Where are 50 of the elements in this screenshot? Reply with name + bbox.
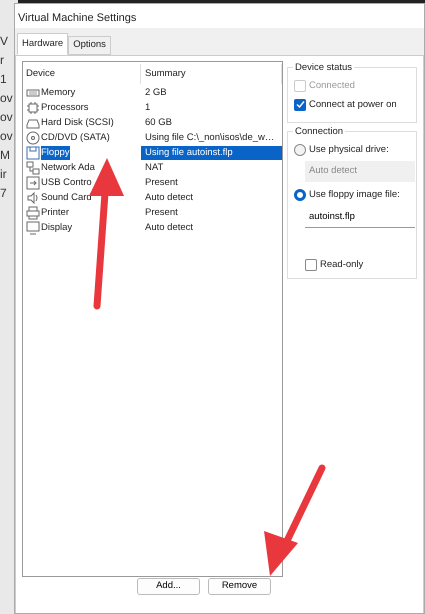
remove-button[interactable]: Add...	[137, 578, 200, 595]
background-text: 7	[0, 186, 8, 201]
checkbox-label[interactable]: Connect at power on	[309, 98, 397, 112]
device-summary[interactable]: Auto detect	[141, 190, 194, 205]
device-summary[interactable]: NAT	[141, 160, 164, 175]
checkbox[interactable]	[305, 258, 317, 271]
device-name[interactable]: Printer	[41, 206, 69, 220]
device-name[interactable]: Network Ada	[41, 160, 95, 175]
device-summary[interactable]: Using file C:\_non\isos\de_w…	[141, 130, 274, 145]
checkbox-label: Connected	[309, 79, 355, 94]
background-text: ov	[0, 110, 14, 125]
checkbox[interactable]	[294, 98, 306, 111]
tab[interactable]: Options	[68, 36, 111, 56]
background-text: ov	[0, 129, 14, 144]
device-summary[interactable]: Present	[141, 176, 178, 190]
radio-button[interactable]	[294, 189, 306, 202]
device-summary[interactable]: 60 GB	[141, 116, 172, 130]
background-text: 1	[0, 72, 8, 87]
background-text: ov	[0, 91, 14, 106]
background-text: ir	[0, 167, 8, 182]
chip-icon	[26, 100, 40, 115]
device-name[interactable]: Processors	[41, 100, 89, 115]
background-text: M	[0, 148, 11, 163]
device-name[interactable]: Memory	[41, 86, 76, 100]
network-icon	[26, 160, 40, 175]
speaker-icon	[26, 190, 40, 205]
device-name[interactable]: USB Contro	[41, 176, 92, 190]
device-name[interactable]: Hard Disk (SCSI)	[41, 116, 114, 130]
remove-button[interactable]: Remove	[208, 578, 271, 595]
background-text: r	[0, 53, 5, 68]
device-name[interactable]: Display	[41, 220, 72, 235]
monitor-icon	[26, 220, 40, 235]
disc-icon	[26, 130, 40, 145]
device-name[interactable]: Floppy	[41, 146, 70, 160]
checkbox-label[interactable]: Read-only	[320, 258, 364, 272]
device-summary[interactable]: 2 GB	[141, 86, 167, 100]
background-text: V	[0, 34, 10, 49]
window-title: Virtual Machine Settings	[15, 4, 424, 28]
radio-label[interactable]: Use floppy image file:	[309, 188, 400, 202]
device-summary[interactable]: 1	[141, 100, 150, 115]
device-summary[interactable]: Using file autoinst.flp	[141, 146, 282, 160]
usb-icon	[26, 176, 40, 190]
device-summary[interactable]: Auto detect	[141, 220, 194, 235]
floppy-icon	[26, 146, 40, 160]
column-header: Device	[23, 64, 141, 84]
printer-icon	[26, 206, 40, 220]
device-summary[interactable]: Present	[141, 206, 178, 220]
device-name[interactable]: CD/DVD (SATA)	[41, 130, 110, 145]
column-header: Summary	[141, 64, 282, 84]
tab[interactable]: Hardware	[17, 33, 68, 56]
